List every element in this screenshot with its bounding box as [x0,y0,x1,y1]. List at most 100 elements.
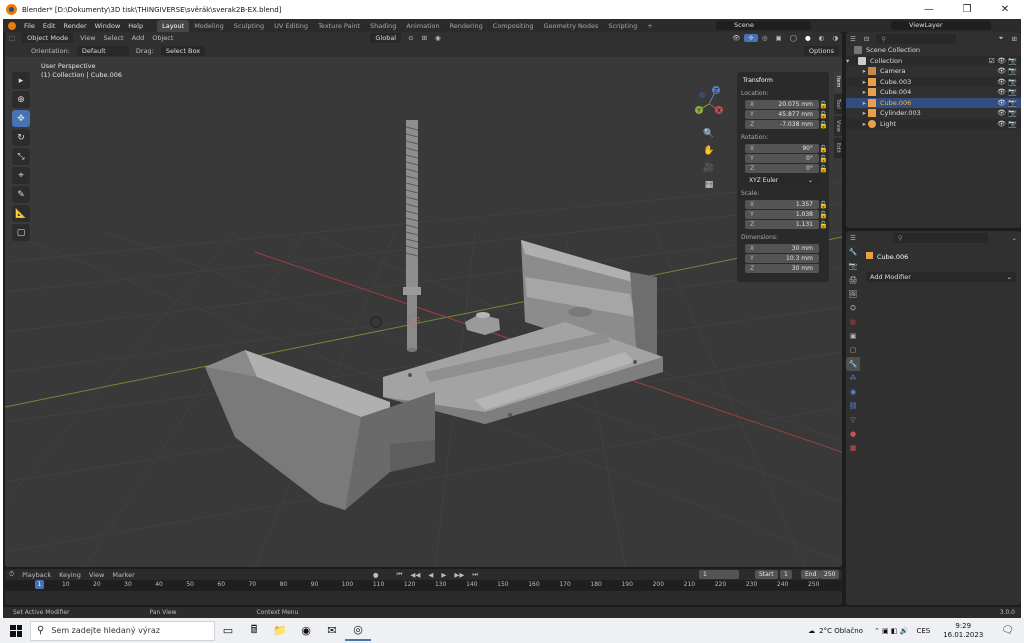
material-tab-icon[interactable]: ● [846,427,860,441]
play-icon[interactable]: ▶ [437,571,450,579]
outliner-row-light[interactable]: ▸ Light 👁 📷 [846,118,1021,129]
minimize-button[interactable]: — [910,4,948,15]
tab-animation[interactable]: Animation [401,20,444,32]
viewport-menu-object[interactable]: Object [148,34,177,42]
pan-hand-icon[interactable]: ✋ [702,144,716,158]
location-y-field[interactable]: Y 45.877 mm 🔓 [745,110,828,119]
scene-tab-icon[interactable]: ⛭ [846,301,860,315]
properties-editor-icon[interactable]: ☰ [846,234,860,242]
language-indicator[interactable]: CES [911,627,935,635]
lock-icon[interactable]: 🔓 [819,101,828,109]
properties-search-input[interactable]: ⚲ [892,232,988,243]
output-tab-icon[interactable]: 🖨 [846,273,860,287]
shading-solid-icon[interactable]: ● [801,34,815,42]
zoom-icon[interactable]: 🔍 [702,127,716,141]
outliner-row-cube-006[interactable]: ▸ Cube.006 👁 📷 [846,97,1021,108]
xray-icon[interactable]: ▣ [772,34,786,42]
visibility-icons[interactable]: 👁 📷 [997,78,1017,86]
rotation-x-field[interactable]: X 90° 🔓 [745,144,828,153]
file-explorer-icon[interactable]: 📁 [267,621,293,641]
next-keyframe-icon[interactable]: ▶▶ [450,571,468,579]
lock-icon[interactable]: 🔓 [819,155,828,163]
windows-start-icon[interactable] [10,624,22,637]
overlays-icon[interactable]: ◎ [758,34,772,42]
threaded-rod-object[interactable] [403,120,421,352]
visibility-icons[interactable]: 👁 📷 [997,67,1017,75]
scale-x-field[interactable]: X 1.357 🔓 [745,200,828,209]
tool-tab-icon[interactable]: 🔧 [846,245,860,259]
axis-gizmo[interactable]: Z X Y [694,82,724,122]
rotation-y-field[interactable]: Y 0° 🔓 [745,154,828,163]
new-collection-icon[interactable]: ⊞ [1008,35,1021,43]
clock[interactable]: 9:29 16.01.2023 [935,622,991,640]
add-workspace-button[interactable]: + [642,20,657,32]
menu-render[interactable]: Render [59,22,90,30]
jump-start-icon[interactable]: ⏮ [393,570,407,579]
view-layer-tab-icon[interactable]: 🖼 [846,287,860,301]
playhead-frame-indicator[interactable]: 1 [35,580,44,589]
measure-tool-button[interactable]: 📐 [12,205,30,222]
gizmo-toggle-icon[interactable]: ✥ [744,34,758,42]
current-frame-field[interactable]: 1 [699,570,739,579]
tab-shading[interactable]: Shading [365,20,401,32]
tab-compositing[interactable]: Compositing [488,20,539,32]
tab-scripting[interactable]: Scripting [603,20,642,32]
calculator-icon[interactable]: 🖩 [241,621,267,641]
taskbar-search-input[interactable]: ⚲ Sem zadejte hledaný výraz [30,620,215,641]
visibility-icons[interactable]: 👁 📷 [997,120,1017,128]
tab-geometry-nodes[interactable]: Geometry Nodes [539,20,604,32]
rotation-mode-dropdown[interactable]: XYZ Euler ⌄ [745,176,819,185]
collection-visibility-icons[interactable]: ☑ 👁 📷 [989,57,1017,65]
transform-tool-button[interactable]: ⌖ [12,167,30,184]
prev-keyframe-icon[interactable]: ◀◀ [406,571,424,579]
end-frame-field[interactable]: 250 [820,570,840,579]
modifier-tab-icon[interactable]: 🔧 [846,357,860,371]
outliner-row-cube-004[interactable]: ▸ Cube.004 👁 📷 [846,87,1021,98]
blender-taskbar-icon[interactable]: ◎ [345,621,371,641]
scale-z-field[interactable]: Z 1.131 🔓 [745,220,828,229]
visibility-icons[interactable]: 👁 📷 [997,109,1017,117]
texture-tab-icon[interactable]: ▦ [846,441,860,455]
collection-tab-icon[interactable]: ▣ [846,329,860,343]
lock-icon[interactable]: 🔓 [819,121,828,129]
world-tab-icon[interactable]: ◍ [846,315,860,329]
outliner-row-cylinder-003[interactable]: ▸ Cylinder.003 👁 📷 [846,108,1021,119]
start-frame-field[interactable]: 1 [780,570,792,579]
visibility-icons[interactable]: 👁 📷 [997,88,1017,96]
camera-view-icon[interactable]: 🎥 [702,161,716,175]
jump-end-icon[interactable]: ⏭ [468,570,482,579]
tab-item[interactable]: Item [834,72,842,92]
lock-icon[interactable]: 🔓 [819,221,828,229]
visibility-icon[interactable]: 👁 [728,34,744,42]
outliner-row-camera[interactable]: ▸ Camera 👁 📷 [846,66,1021,77]
outliner-search-input[interactable]: ⚲ [876,33,957,44]
add-cube-tool-button[interactable]: ▢ [12,224,30,241]
snap-icon[interactable]: ⊞ [418,34,431,42]
rotation-z-field[interactable]: Z 0° 🔓 [745,164,828,173]
options-dropdown[interactable]: Options [803,45,839,56]
view-layer-selector[interactable]: ViewLayer [891,21,991,30]
play-reverse-icon[interactable]: ◀ [424,571,437,579]
timeline-ruler[interactable]: 1 10 20 30 40 50 60 70 80 90 100 110 120 130 140 150 160… [5,580,842,591]
playback-menu[interactable]: Playback [18,571,55,579]
location-x-field[interactable]: X 20.075 mm 🔓 [745,100,828,109]
shading-material-icon[interactable]: ◐ [815,34,829,42]
weather-cloud-icon[interactable]: ☁ [804,627,819,635]
orientation-dropdown[interactable]: Default [76,45,129,56]
record-icon[interactable]: ● [369,571,383,579]
particles-tab-icon[interactable]: ⁂ [846,371,860,385]
object-tab-icon[interactable]: ▢ [846,343,860,357]
tab-tool[interactable]: Tool [834,94,842,114]
render-tab-icon[interactable]: 📷 [846,259,860,273]
select-tool-button[interactable]: ▸ [12,72,30,89]
transform-panel-header[interactable]: Transform [739,75,827,86]
cursor-tool-button[interactable]: ⊕ [12,91,30,108]
perspective-grid-icon[interactable]: ▦ [702,178,716,192]
nut-object[interactable] [465,312,500,335]
proportional-edit-icon[interactable]: ◉ [431,34,445,42]
tab-edit[interactable]: Edit [834,138,842,158]
dimensions-x-field[interactable]: X 30 mm [745,244,819,253]
filter-icon[interactable]: ⏷ [994,34,1007,43]
outliner-row-scene-collection[interactable]: Scene Collection [846,45,1021,56]
menu-edit[interactable]: Edit [39,22,60,30]
